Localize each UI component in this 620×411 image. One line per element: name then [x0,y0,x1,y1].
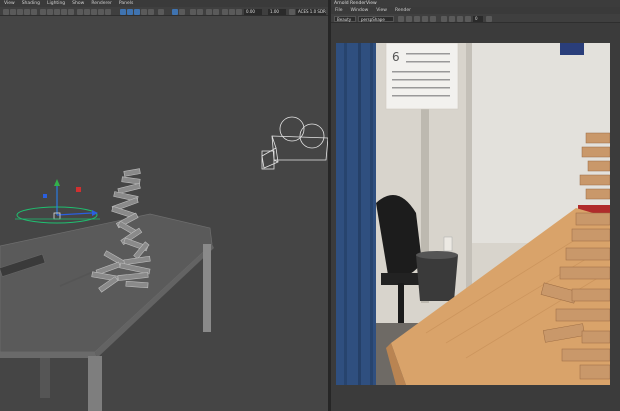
render-image: 6 [336,43,610,385]
refresh-icon[interactable] [414,15,420,22]
image-plane-icon[interactable] [24,8,30,15]
render-photo: 6 [336,43,610,385]
viewport-menu-show[interactable]: Show [72,1,84,6]
wireframe-icon[interactable] [77,8,83,15]
trash-can [416,255,458,301]
backface-icon[interactable] [190,8,196,15]
xray-icon[interactable] [172,8,178,15]
viewport-toolbar: 0.00 1.00 ACES 1.0 SDR-vid... [0,7,328,16]
camera-attributes-icon[interactable] [10,8,16,15]
x-handle-gizmo [43,194,47,198]
xray-joints-icon[interactable] [179,8,185,15]
viewport-menubar: View Shading Lighting Show Renderer Pane… [0,0,328,7]
grid-icon[interactable] [31,8,37,15]
film-gate-icon[interactable] [40,8,46,15]
crop-icon[interactable] [430,15,436,22]
camera-select-icon[interactable] [3,8,9,15]
3d-viewport[interactable] [0,16,328,411]
info-icon[interactable] [465,15,471,22]
gate-mask-icon[interactable] [54,8,60,15]
image-icon[interactable] [213,8,219,15]
viewport-menu-shading[interactable]: Shading [22,1,40,6]
renderview-menubar: File Window View Render [331,7,620,14]
anti-aliasing-icon[interactable] [141,8,147,15]
renderview-menu-file[interactable]: File [335,8,343,13]
stop-render-icon[interactable] [406,15,412,22]
resolution-gate-icon[interactable] [47,8,53,15]
safe-action-icon[interactable] [68,8,74,15]
use-all-lights-icon[interactable] [105,8,111,15]
viewport-menu-lighting[interactable]: Lighting [47,1,65,6]
field-chart-icon[interactable] [61,8,67,15]
bookmark-icon[interactable] [17,8,23,15]
gamma-icon[interactable] [236,8,242,15]
table-leg-right [203,244,211,332]
render-play-icon[interactable] [398,15,404,22]
viewport-scene [0,116,328,411]
z-handle-gizmo [76,187,81,192]
settings-gear-icon[interactable] [449,15,455,22]
calendar-number: 6 [392,50,400,64]
y-axis-arrow [54,179,60,186]
color-space-dropdown[interactable]: ACES 1.0 SDR-vid... [296,8,326,15]
renderview-toolbar: Beauty perspShape 0 [331,14,620,23]
close-x-icon[interactable] [441,15,447,22]
x-axis-gizmo [56,212,93,216]
aov-dropdown[interactable]: Beauty [334,15,356,22]
color-management-icon[interactable] [229,8,235,15]
exposure-icon[interactable] [222,8,228,15]
shadows-icon[interactable] [120,8,126,15]
viewport-menu-panels[interactable]: Panels [119,1,133,6]
viewport-menu-view[interactable]: View [4,1,15,6]
viewport-menu-renderer[interactable]: Renderer [91,1,112,6]
renderview-status-bar [331,395,620,411]
view-transform-icon[interactable] [289,8,295,15]
motion-blur-icon[interactable] [134,8,140,15]
renderview-menu-render[interactable]: Render [395,8,411,13]
ui-icon[interactable] [206,8,212,15]
camera-wireframe [261,116,328,170]
isolate-select-icon[interactable] [158,8,164,15]
depth-of-field-icon[interactable] [148,8,154,15]
camera-dropdown[interactable]: perspShape [358,15,394,22]
gamma-field[interactable]: 1.00 [268,8,286,15]
color-picker-icon[interactable] [486,15,492,22]
camera-icon[interactable] [197,8,203,15]
ambient-occlusion-icon[interactable] [127,8,133,15]
smooth-shade-icon[interactable] [84,8,90,15]
exposure-field[interactable]: 0.00 [244,8,262,15]
textured-icon[interactable] [98,8,104,15]
table-leg-front [88,356,102,411]
renderview-menu-window[interactable]: Window [351,8,369,13]
table-leg-back [40,358,50,398]
region-icon[interactable] [422,15,428,22]
renderview-menu-view[interactable]: View [376,8,387,13]
wall-sign [560,43,584,55]
wireframe-on-shaded-icon[interactable] [91,8,97,15]
channels-icon[interactable] [457,15,463,22]
renderview-title: Arnold RenderView [331,0,620,7]
exposure-input[interactable]: 0 [473,15,483,22]
table-edge [0,352,97,358]
